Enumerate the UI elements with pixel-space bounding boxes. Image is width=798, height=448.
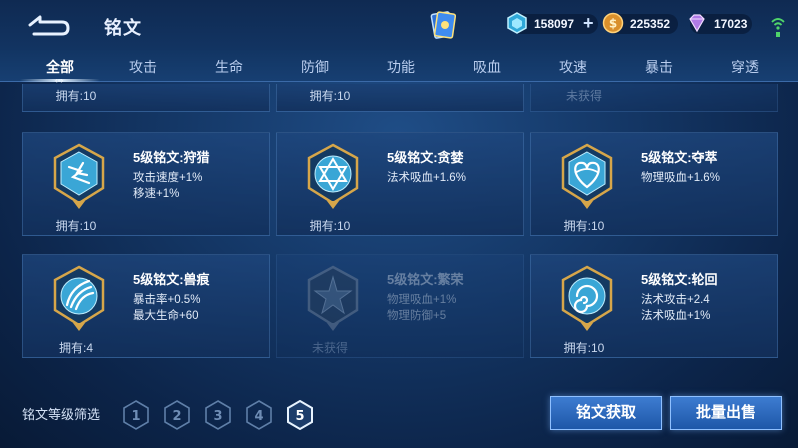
svg-text:4: 4 (254, 409, 263, 424)
svg-text:3: 3 (213, 409, 222, 424)
owned-count: 拥有:10 (563, 341, 605, 355)
inscription-name: 5级铭文:繁荣 (387, 272, 464, 287)
level-filter-3[interactable]: 3 (204, 400, 232, 430)
level-filter-4[interactable]: 4 (245, 400, 273, 430)
svg-text:1: 1 (131, 409, 140, 424)
level-filter-2[interactable]: 2 (163, 400, 191, 430)
gem-amount: 158097 (534, 17, 575, 31)
owned-count: 拥有:4 (58, 341, 93, 355)
inscription-attr: 法术吸血+1% (641, 310, 711, 322)
inscription-name: 5级铭文:轮回 (641, 272, 718, 287)
tab-attack-speed[interactable]: 攻速 (543, 57, 603, 77)
tab-health[interactable]: 生命 (199, 57, 259, 77)
tab-all[interactable]: 全部 (30, 57, 90, 77)
owned-count: 未获得 (565, 89, 602, 103)
crystal-amount: 17023 (714, 17, 748, 31)
swirl-rune-icon (561, 265, 613, 331)
diamond-gem-icon (507, 12, 527, 34)
svg-text:2: 2 (172, 409, 181, 424)
tab-utility[interactable]: 功能 (371, 57, 431, 77)
gold-currency: $ 225352 (602, 12, 678, 34)
inscription-name: 5级铭文:夺萃 (641, 150, 718, 165)
tab-penetration[interactable]: 穿透 (715, 57, 775, 77)
purple-crystal-icon (689, 14, 705, 33)
level-filter-1[interactable]: 1 (122, 400, 150, 430)
level-filter-label: 铭文等级筛选 (22, 407, 101, 422)
inscription-attr: 移速+1% (133, 188, 180, 200)
tab-lifesteal[interactable]: 吸血 (457, 57, 517, 77)
category-tabs: 全部 攻击 生命 防御 功能 吸血 攻速 暴击 穿透 ‹◦› (0, 50, 798, 85)
inscription-attr: 暴击率+0.5% (133, 294, 201, 306)
page-title: 铭文 (104, 18, 142, 38)
top-bar: 铭文 158097 + $ 225352 17023 (0, 0, 798, 50)
tab-attack[interactable]: 攻击 (113, 57, 173, 77)
inscription-card-partial[interactable]: 拥有:10 (22, 84, 270, 112)
gem-currency: 158097 + (507, 12, 598, 34)
gold-amount: 225352 (630, 17, 671, 31)
inscription-name: 5级铭文:兽痕 (133, 272, 210, 287)
inscription-attr: 法术吸血+1.6% (387, 172, 466, 184)
owned-count: 拥有:10 (563, 219, 605, 233)
inscription-grid: 拥有:10 拥有:10 未获得 5级铭文:狩猎 攻击速度+1% 移速+1% 拥有… (0, 84, 798, 382)
owned-count: 拥有:10 (55, 219, 97, 233)
level-filter-5-selected[interactable]: 5 (286, 400, 314, 430)
inscription-name: 5级铭文:狩猎 (133, 150, 210, 165)
lightning-rune-icon (53, 143, 105, 209)
inscription-attr: 最大生命+60 (133, 310, 199, 322)
batch-sell-button[interactable]: 批量出售 (670, 396, 782, 430)
hexagram-rune-icon (307, 143, 359, 209)
claw-rune-icon (53, 265, 105, 331)
svg-text:$: $ (609, 17, 617, 31)
inscription-card[interactable]: 5级铭文:兽痕 暴击率+0.5% 最大生命+60 拥有:4 (22, 254, 270, 358)
add-gems-button[interactable]: + (583, 13, 594, 33)
owned-count: 拥有:10 (55, 89, 97, 103)
inscription-card[interactable]: 5级铭文:狩猎 攻击速度+1% 移速+1% 拥有:10 (22, 132, 270, 236)
network-signal-icon (771, 18, 785, 37)
back-arrow-icon[interactable] (24, 12, 72, 38)
crystal-currency: 17023 (689, 14, 752, 34)
svg-text:5: 5 (295, 409, 304, 424)
inscription-name: 5级铭文:贪婪 (387, 150, 464, 165)
inscription-attr: 物理防御+5 (387, 310, 447, 322)
owned-count: 未获得 (311, 341, 348, 355)
inscription-card[interactable]: 5级铭文:贪婪 法术吸血+1.6% 拥有:10 (276, 132, 524, 236)
star-rune-icon (307, 265, 359, 331)
heart-knot-rune-icon (561, 143, 613, 209)
gold-coin-icon: $ (602, 12, 624, 34)
inscription-attr: 物理吸血+1.6% (641, 172, 720, 184)
inscription-card-partial[interactable]: 拥有:10 (276, 84, 524, 112)
inscription-card-locked[interactable]: 5级铭文:繁荣 物理吸血+1% 物理防御+5 未获得 (276, 254, 524, 358)
card-deck-icon[interactable] (430, 10, 456, 40)
footer-bar: 铭文等级筛选 1 2 3 4 5 铭文获取 批量出售 (0, 388, 798, 448)
inscription-attr: 物理吸血+1% (387, 294, 457, 306)
obtain-inscription-button[interactable]: 铭文获取 (550, 396, 662, 430)
owned-count: 拥有:10 (309, 219, 351, 233)
owned-count: 拥有:10 (309, 89, 351, 103)
inscription-attr: 法术攻击+2.4 (641, 294, 710, 306)
inscription-card[interactable]: 5级铭文:轮回 法术攻击+2.4 法术吸血+1% 拥有:10 (530, 254, 778, 358)
tab-defense[interactable]: 防御 (285, 57, 345, 77)
inscription-card-partial[interactable]: 未获得 (530, 84, 778, 112)
tab-critical[interactable]: 暴击 (629, 57, 689, 77)
inscription-attr: 攻击速度+1% (133, 172, 203, 184)
inscription-card[interactable]: 5级铭文:夺萃 物理吸血+1.6% 拥有:10 (530, 132, 778, 236)
